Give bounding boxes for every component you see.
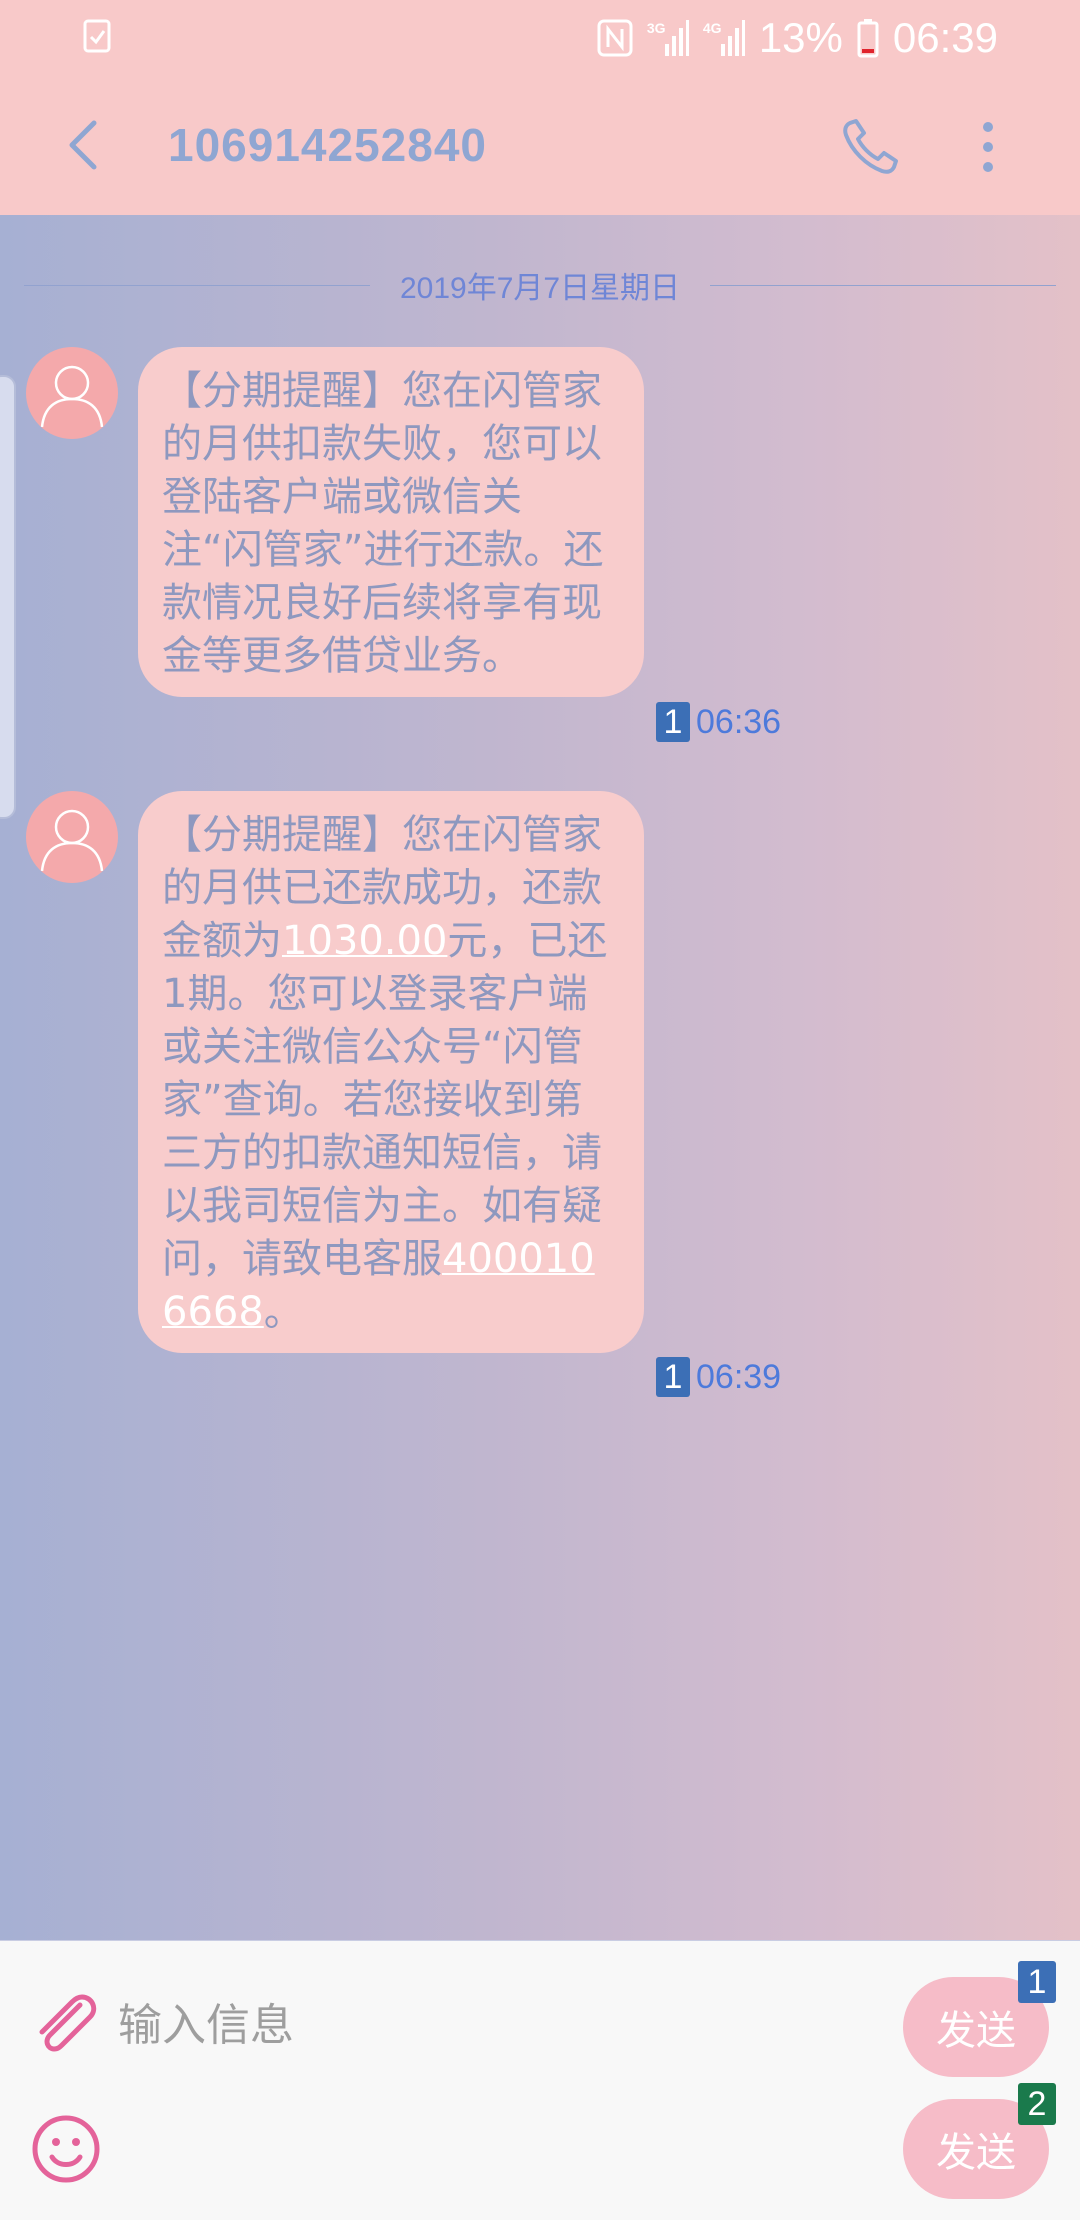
contact-avatar-icon[interactable]: [26, 791, 118, 883]
status-icons: 3G 4G 13% 06:39: [597, 10, 998, 66]
sim1-badge: 1: [1018, 1961, 1056, 2003]
date-separator: 2019年7月7日星期日: [24, 265, 1057, 305]
send-label: 发送: [936, 2008, 1016, 2054]
message-text: 【分期提醒】您在闪管家的月供扣款失败，您可以登陆客户端或微信关注“闪管家”进行还…: [162, 368, 604, 679]
status-time: 06:39: [892, 14, 998, 61]
status-bar: 3G 4G 13% 06:39: [0, 0, 1080, 75]
more-options-button[interactable]: [962, 113, 1014, 181]
emoji-button[interactable]: [30, 2113, 102, 2185]
messaging-app: 3G 4G 13% 06:39 106914252840 2019年7月7日星期…: [0, 0, 1080, 2220]
message-text: 。: [263, 1289, 304, 1335]
attach-button[interactable]: [28, 1987, 104, 2063]
send-label: 发送: [936, 2130, 1016, 2176]
amount-link[interactable]: 1030.00: [282, 918, 447, 964]
more-vertical-icon: [983, 122, 993, 172]
message-list[interactable]: 2019年7月7日星期日 【分期提醒】您在闪管家的月供扣款失败，您可以登陆客户端…: [0, 215, 1080, 1940]
message-meta: 1 06:36: [656, 702, 781, 742]
battery-percent: 13%: [758, 14, 843, 61]
sim-badge: 1: [656, 1357, 690, 1397]
message-time: 06:39: [696, 1357, 782, 1396]
emoji-icon: [32, 2115, 100, 2183]
date-label: 2019年7月7日星期日: [399, 272, 681, 305]
contact-avatar-icon[interactable]: [26, 347, 118, 439]
message-bubble[interactable]: 【分期提醒】您在闪管家的月供扣款失败，您可以登陆客户端或微信关注“闪管家”进行还…: [138, 347, 644, 697]
battery-icon: [857, 19, 879, 58]
sim2-badge: 2: [1018, 2083, 1056, 2125]
scroll-handle[interactable]: [0, 375, 16, 819]
back-button[interactable]: [52, 113, 112, 177]
separator-line: [710, 284, 1057, 286]
phone-icon: [843, 119, 898, 174]
message-meta: 1 06:39: [656, 1357, 781, 1397]
separator-line: [24, 284, 370, 286]
signal-3g-icon: 3G: [647, 18, 689, 58]
paperclip-icon: [39, 1994, 97, 2052]
person-silhouette-icon: [40, 365, 104, 428]
message-composer: 发送 1 发送 2: [0, 1940, 1080, 2220]
message-text: 元，已还1期。您可以登录客户端或关注微信公众号“闪管家”查询。若您接收到第三方的…: [162, 918, 608, 1282]
sim-badge: 1: [656, 702, 690, 742]
nfc-icon: [597, 19, 633, 57]
conversation-header: 106914252840: [0, 75, 1080, 215]
call-button[interactable]: [836, 113, 904, 181]
back-arrow-icon: [69, 120, 97, 170]
message-input[interactable]: [118, 1985, 858, 2065]
message-time: 06:36: [696, 702, 782, 741]
message-bubble[interactable]: 【分期提醒】您在闪管家的月供已还款成功，还款金额为1030.00元，已还1期。您…: [138, 791, 644, 1353]
contact-title: 106914252840: [168, 119, 487, 171]
signal-4g-icon: 4G: [703, 18, 745, 58]
clipboard-check-icon: [83, 19, 111, 53]
person-silhouette-icon: [40, 809, 104, 872]
